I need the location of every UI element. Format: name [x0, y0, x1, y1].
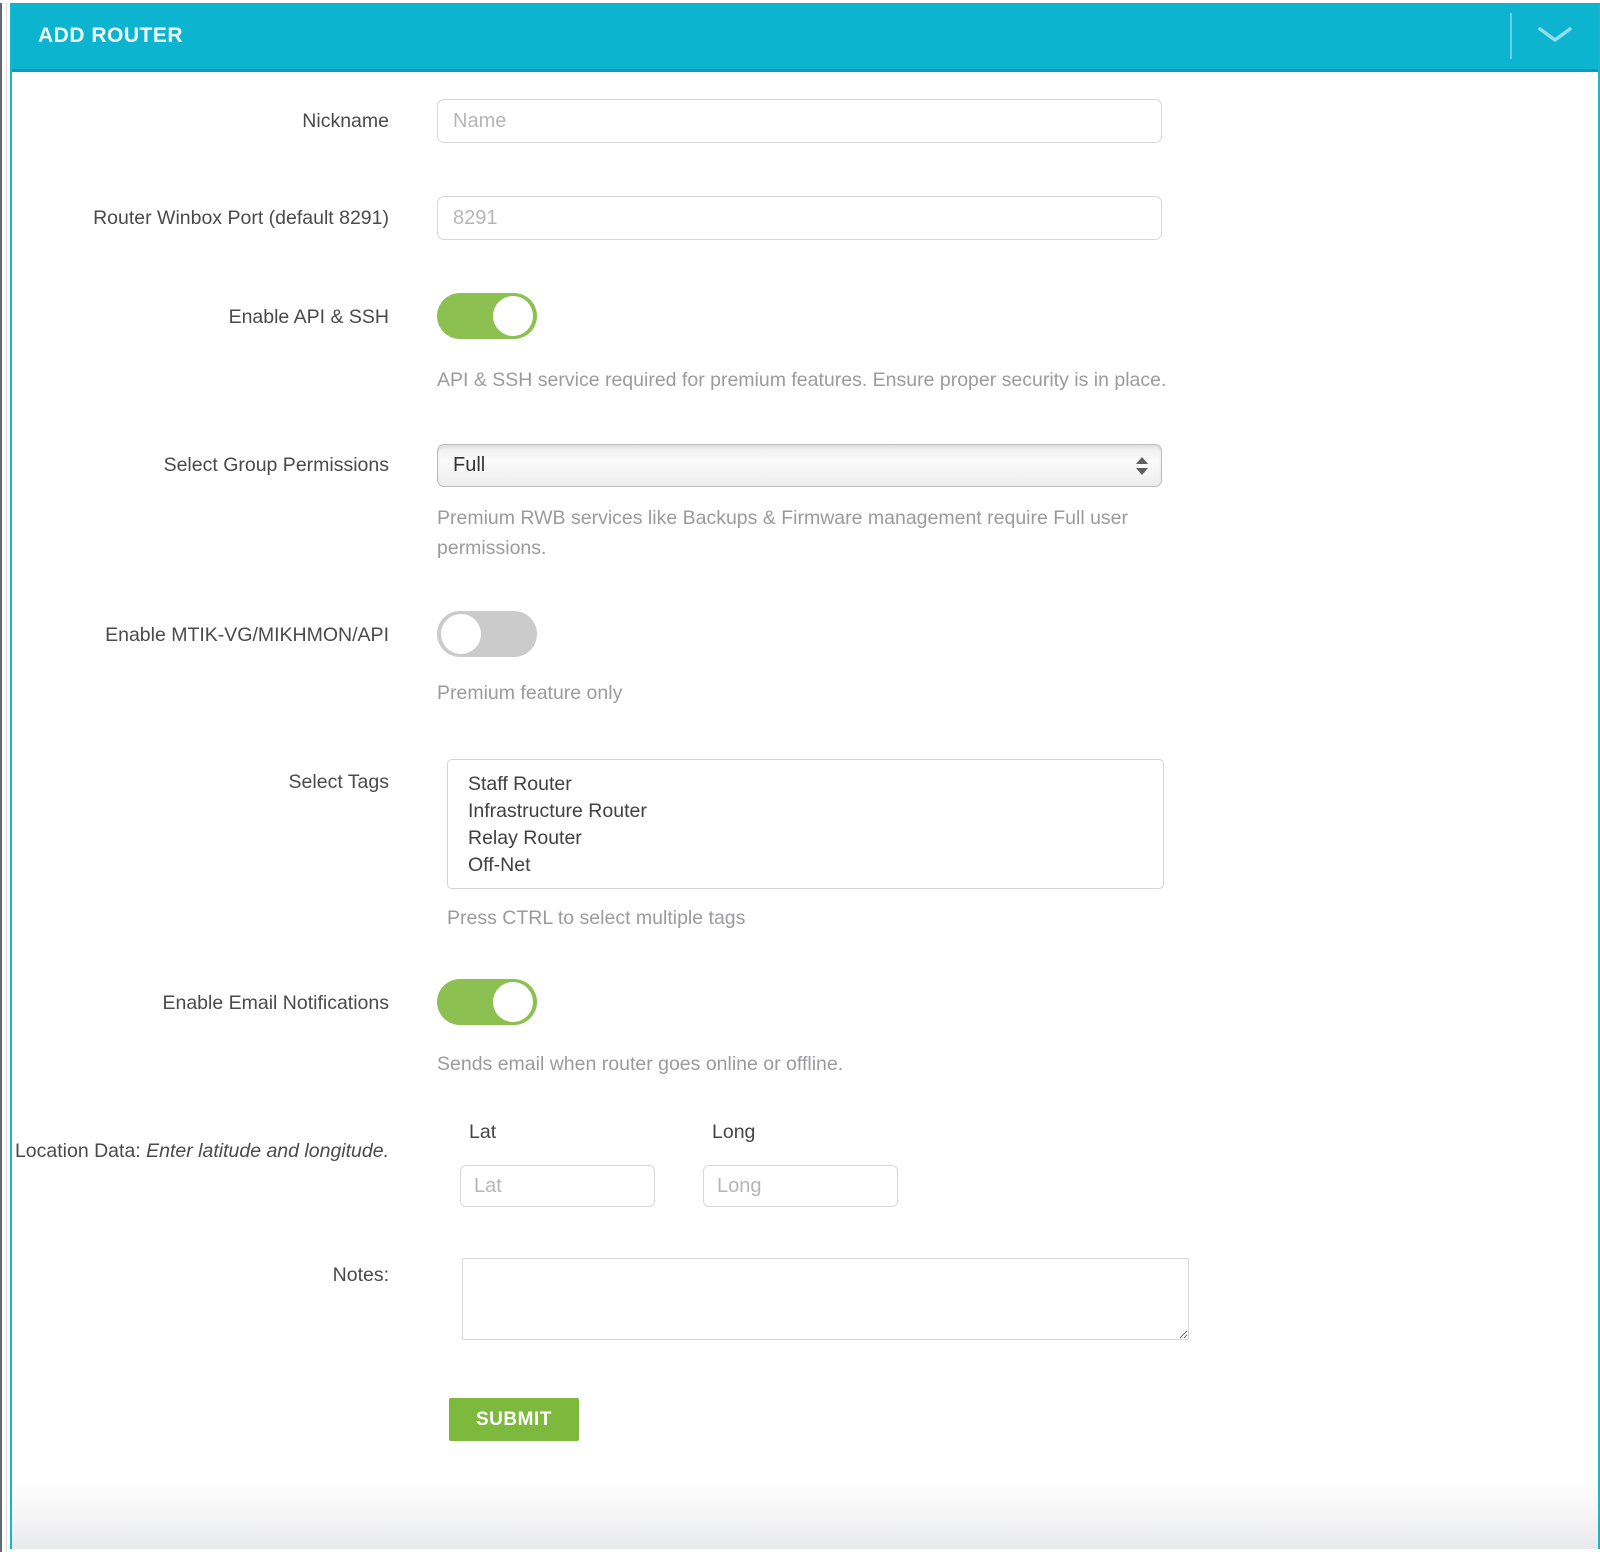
- lat-group: Lat: [460, 1119, 655, 1207]
- mtik-label: Enable MTIK-VG/MIKHMON/API: [105, 624, 389, 646]
- tags-listbox[interactable]: Staff Router Infrastructure Router Relay…: [447, 759, 1164, 889]
- api-ssh-help: API & SSH service required for premium f…: [437, 369, 1167, 391]
- api-ssh-toggle[interactable]: [437, 293, 537, 339]
- winbox-port-row: Router Winbox Port (default 8291): [12, 196, 1598, 240]
- notes-row: Notes:: [12, 1258, 1598, 1345]
- panel-title: ADD ROUTER: [38, 24, 183, 47]
- mtik-toggle[interactable]: [437, 611, 537, 657]
- toggle-knob: [441, 614, 481, 654]
- tag-option[interactable]: Infrastructure Router: [468, 798, 1163, 825]
- add-router-form: Nickname Router Winbox Port (default 829…: [12, 72, 1598, 1441]
- tag-option[interactable]: Staff Router: [468, 771, 1163, 798]
- nickname-label: Nickname: [302, 110, 389, 132]
- panel-header: ADD ROUTER: [12, 3, 1598, 72]
- group-permissions-help: Premium RWB services like Backups & Firm…: [437, 507, 1129, 559]
- lat-label: Lat: [469, 1121, 497, 1143]
- mtik-help: Premium feature only: [437, 682, 623, 704]
- nickname-row: Nickname: [12, 99, 1598, 143]
- tags-row: Select Tags Staff Router Infrastructure …: [12, 759, 1598, 933]
- email-notifications-row: Enable Email Notifications Sends email w…: [12, 979, 1598, 1079]
- group-permissions-row: Select Group Permissions Full Premium RW…: [12, 444, 1598, 563]
- winbox-port-input[interactable]: [437, 196, 1162, 240]
- group-permissions-selected-value: Full: [453, 454, 486, 476]
- tags-help: Press CTRL to select multiple tags: [447, 907, 746, 929]
- submit-row: SUBMIT: [12, 1398, 1598, 1441]
- window-left-edge: [0, 3, 2, 1552]
- email-notifications-label: Enable Email Notifications: [162, 992, 389, 1014]
- chevron-down-icon: [1535, 24, 1575, 49]
- panel-footer-fade: [12, 1481, 1598, 1549]
- mtik-row: Enable MTIK-VG/MIKHMON/API Premium featu…: [12, 611, 1598, 708]
- add-router-panel: ADD ROUTER Nickname Router: [10, 3, 1600, 1549]
- nickname-input[interactable]: [437, 99, 1162, 143]
- api-ssh-row: Enable API & SSH API & SSH service requi…: [12, 293, 1598, 395]
- long-group: Long: [703, 1119, 898, 1207]
- lat-input[interactable]: [460, 1165, 655, 1207]
- notes-textarea[interactable]: [462, 1258, 1189, 1340]
- location-row: Location Data: Enter latitude and longit…: [12, 1119, 1598, 1207]
- group-permissions-select[interactable]: Full: [437, 444, 1162, 487]
- location-label-note: Enter latitude and longitude.: [146, 1140, 389, 1162]
- page-left-gutter-line: [6, 3, 7, 1552]
- notes-label: Notes:: [332, 1264, 389, 1286]
- email-notifications-help: Sends email when router goes online or o…: [437, 1053, 844, 1075]
- long-label: Long: [712, 1121, 756, 1143]
- tag-option[interactable]: Relay Router: [468, 825, 1163, 852]
- group-permissions-label: Select Group Permissions: [163, 454, 389, 476]
- add-router-page: ADD ROUTER Nickname Router: [0, 3, 1600, 1552]
- toggle-knob: [493, 296, 533, 336]
- email-notifications-toggle[interactable]: [437, 979, 537, 1025]
- api-ssh-label: Enable API & SSH: [228, 306, 389, 328]
- location-label: Location Data: Enter latitude and longit…: [14, 1140, 389, 1162]
- select-stepper-icon: [1136, 456, 1148, 475]
- tags-label: Select Tags: [288, 771, 389, 793]
- long-input[interactable]: [703, 1165, 898, 1207]
- tag-option[interactable]: Off-Net: [468, 852, 1163, 879]
- panel-collapse-button[interactable]: [1512, 3, 1598, 69]
- toggle-knob: [493, 982, 533, 1022]
- submit-button[interactable]: SUBMIT: [449, 1398, 579, 1441]
- winbox-port-label: Router Winbox Port (default 8291): [93, 207, 389, 229]
